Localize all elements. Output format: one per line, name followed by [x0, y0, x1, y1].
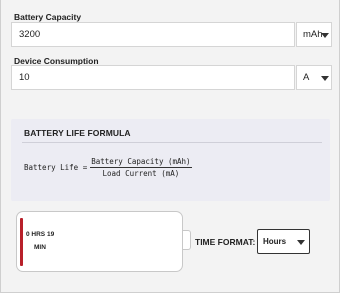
- capacity-value: 3200: [19, 29, 41, 40]
- capacity-label: Battery Capacity: [14, 12, 82, 22]
- battery-graphic: 0 HRS 19 MIN: [16, 211, 183, 272]
- chevron-down-icon: [297, 240, 305, 245]
- formula-denominator: Load Current (mA): [102, 169, 180, 178]
- chevron-down-icon: [321, 33, 329, 38]
- battery-charge-level: [20, 218, 23, 266]
- battery-terminal: [183, 230, 191, 250]
- formula-fraction: Battery Capacity (mAh) Load Current (mA): [90, 157, 192, 178]
- time-format-label: TIME FORMAT:: [195, 237, 256, 247]
- consumption-input[interactable]: 10: [11, 65, 295, 90]
- capacity-unit-select[interactable]: mAh: [296, 22, 332, 47]
- consumption-unit-select[interactable]: A: [296, 65, 332, 90]
- capacity-input[interactable]: 3200: [11, 22, 295, 47]
- time-format-value: Hours: [263, 237, 287, 246]
- formula-panel: BATTERY LIFE FORMULA Battery Life = Batt…: [11, 119, 330, 201]
- battery-life-hours: 0 HRS 19: [26, 231, 55, 238]
- consumption-value: 10: [19, 72, 30, 83]
- chevron-down-icon: [321, 76, 329, 81]
- consumption-unit-value: A: [303, 72, 310, 83]
- battery-life-minutes: MIN: [34, 244, 46, 251]
- time-format-select[interactable]: Hours: [257, 229, 310, 254]
- formula-divider: [22, 142, 322, 143]
- formula-title: BATTERY LIFE FORMULA: [24, 128, 131, 138]
- capacity-unit-value: mAh: [303, 29, 323, 40]
- formula-numerator: Battery Capacity (mAh): [90, 157, 192, 168]
- battery-life-formula: Battery Life = Battery Capacity (mAh) Lo…: [24, 157, 192, 178]
- formula-lhs: Battery Life =: [24, 163, 88, 172]
